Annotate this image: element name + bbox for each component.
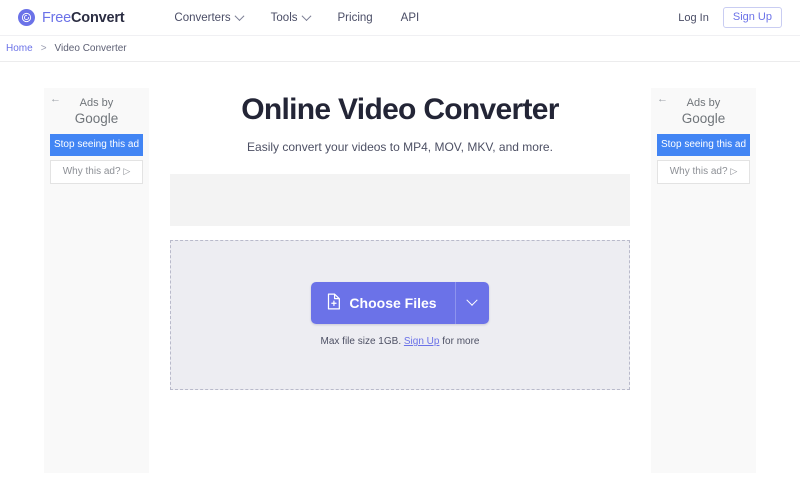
max-file-suffix: for more bbox=[442, 336, 480, 347]
ads-by-line1: Ads by bbox=[686, 97, 721, 109]
stop-seeing-ad-button[interactable]: Stop seeing this ad bbox=[657, 133, 750, 156]
chevron-down-icon bbox=[301, 11, 311, 22]
ads-by-line2: Google bbox=[681, 110, 726, 126]
signup-inline-link[interactable]: Sign Up bbox=[404, 336, 440, 347]
stop-seeing-ad-button[interactable]: Stop seeing this ad bbox=[50, 133, 143, 156]
choose-files-dropdown-toggle[interactable] bbox=[454, 282, 489, 324]
breadcrumb-current: Video Converter bbox=[54, 43, 127, 54]
page-title: Online Video Converter bbox=[241, 93, 559, 126]
ads-by-google-label: Ads by Google bbox=[50, 97, 143, 128]
max-file-size-note: Max file size 1GB. Sign Up for more bbox=[321, 336, 480, 347]
ads-by-line2: Google bbox=[74, 110, 119, 126]
nav-item-converters[interactable]: Converters bbox=[174, 11, 245, 24]
site-header: FreeConvert Converters Tools Pricing API… bbox=[0, 0, 800, 36]
ads-by-line1: Ads by bbox=[79, 97, 114, 109]
breadcrumb: Home > Video Converter bbox=[0, 36, 800, 62]
file-plus-icon bbox=[326, 293, 341, 313]
nav-item-converters-label: Converters bbox=[174, 11, 231, 24]
login-link[interactable]: Log In bbox=[678, 12, 709, 24]
chevron-down-icon bbox=[466, 294, 478, 306]
primary-nav: Converters Tools Pricing API bbox=[174, 11, 420, 24]
signup-button[interactable]: Sign Up bbox=[722, 7, 782, 28]
why-this-ad-label: Why this ad? bbox=[669, 165, 728, 177]
nav-item-api[interactable]: API bbox=[401, 12, 420, 24]
max-file-prefix: Max file size 1GB. bbox=[320, 336, 402, 347]
chevron-down-icon bbox=[234, 11, 245, 22]
circle-swirl-icon bbox=[18, 9, 35, 26]
play-triangle-icon: ▷ bbox=[730, 165, 738, 176]
play-triangle-icon: ▷ bbox=[123, 165, 131, 176]
page-subtitle: Easily convert your videos to MP4, MOV, … bbox=[247, 139, 553, 154]
nav-item-pricing-label: Pricing bbox=[337, 11, 373, 24]
brand-name: FreeConvert bbox=[42, 9, 125, 26]
choose-files-button[interactable]: Choose Files bbox=[311, 282, 455, 324]
ad-panel-left: ← Ads by Google Stop seeing this ad Why … bbox=[44, 88, 149, 473]
brand-name-convert: Convert bbox=[71, 9, 125, 26]
nav-item-api-label: API bbox=[400, 11, 420, 24]
file-dropzone[interactable]: Choose Files Max file size 1GB. Sign Up … bbox=[170, 239, 630, 390]
nav-item-tools-label: Tools bbox=[270, 11, 298, 24]
why-this-ad-label: Why this ad? bbox=[62, 165, 121, 177]
ad-panel-right: ← Ads by Google Stop seeing this ad Why … bbox=[651, 88, 756, 473]
brand-logo-link[interactable]: FreeConvert bbox=[18, 9, 125, 26]
ad-banner-placeholder bbox=[170, 173, 630, 226]
breadcrumb-home-link[interactable]: Home bbox=[6, 43, 33, 54]
why-this-ad-button[interactable]: Why this ad? ▷ bbox=[50, 159, 143, 184]
page-body: ← Ads by Google Stop seeing this ad Why … bbox=[0, 62, 800, 500]
header-actions: Log In Sign Up bbox=[678, 7, 782, 28]
brand-name-free: Free bbox=[42, 9, 72, 26]
choose-files-group: Choose Files bbox=[311, 282, 489, 324]
breadcrumb-separator-icon: > bbox=[40, 43, 47, 54]
nav-item-tools[interactable]: Tools bbox=[270, 11, 311, 24]
main-content: Online Video Converter Easily convert yo… bbox=[170, 62, 630, 390]
nav-item-pricing[interactable]: Pricing bbox=[338, 12, 373, 24]
why-this-ad-button[interactable]: Why this ad? ▷ bbox=[657, 159, 750, 184]
choose-files-label: Choose Files bbox=[349, 295, 437, 311]
ads-by-google-label: Ads by Google bbox=[657, 97, 750, 128]
